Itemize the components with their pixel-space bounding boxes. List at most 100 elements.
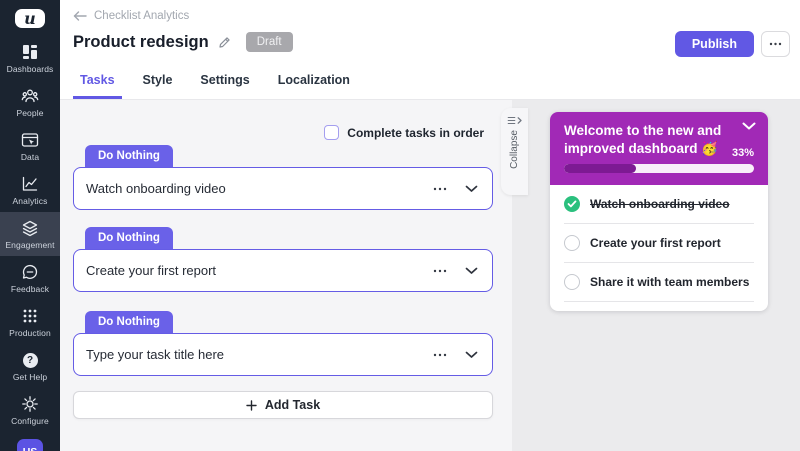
sidebar-item-label: Configure	[11, 416, 49, 426]
chevron-down-icon[interactable]	[459, 261, 484, 281]
ellipsis-icon	[769, 42, 782, 46]
checklist-item[interactable]: Share it with team members	[564, 263, 754, 302]
dashboards-icon	[21, 43, 39, 61]
task-card[interactable]: Type your task title here	[73, 333, 493, 376]
task-block: Do Nothing Create your first report	[73, 227, 493, 292]
tab-bar: Tasks Style Settings Localization	[73, 73, 357, 99]
task-action-chip[interactable]: Do Nothing	[85, 311, 173, 333]
sidebar-item-production[interactable]: Production	[0, 300, 60, 344]
user-avatar[interactable]: US	[17, 439, 43, 451]
task-action-chip[interactable]: Do Nothing	[85, 145, 173, 167]
header-actions: Publish	[674, 31, 790, 57]
chevron-down-icon[interactable]	[459, 179, 484, 199]
sidebar-item-label: People	[16, 108, 44, 118]
sidebar-item-label: Get Help	[12, 372, 48, 382]
collapse-label: Collapse	[509, 130, 520, 169]
people-icon	[21, 87, 39, 105]
page-header: Checklist Analytics Product redesign Dra…	[60, 0, 800, 100]
sidebar-footer: Production ? Get Help Configure US	[0, 300, 60, 451]
check-circle-icon	[564, 195, 580, 212]
checklist-items: Watch onboarding video Create your first…	[550, 185, 768, 311]
checklist-item-label: Create your first report	[590, 235, 721, 250]
collapse-handle-icons	[507, 116, 523, 125]
tab-tasks[interactable]: Tasks	[73, 73, 122, 99]
sidebar-item-label: Dashboards	[6, 64, 54, 74]
question-mark-glyph: ?	[22, 352, 38, 368]
sidebar-item-data[interactable]: Data	[0, 124, 60, 168]
task-list: Do Nothing Watch onboarding video Do Not…	[73, 145, 493, 419]
title-row: Product redesign Draft	[73, 32, 293, 52]
collapse-panel-handle[interactable]: Collapse	[501, 108, 528, 195]
back-arrow-icon	[73, 11, 87, 21]
drag-lines-icon	[507, 116, 515, 125]
checklist-item-label: Watch onboarding video	[590, 196, 730, 211]
configure-icon	[21, 395, 39, 413]
sidebar-item-dashboards[interactable]: Dashboards	[0, 36, 60, 80]
edit-title-pencil-icon[interactable]	[218, 36, 231, 49]
sidebar-item-feedback[interactable]: Feedback	[0, 256, 60, 300]
sidebar-item-label: Feedback	[10, 284, 50, 294]
empty-circle-icon	[564, 234, 580, 251]
sidebar-item-people[interactable]: People	[0, 80, 60, 124]
tab-localization[interactable]: Localization	[271, 73, 357, 99]
checklist-title: Welcome to the new and improved dashboar…	[564, 123, 722, 156]
tab-settings[interactable]: Settings	[193, 73, 256, 99]
back-link[interactable]: Checklist Analytics	[73, 10, 189, 22]
sidebar-item-label: Engagement	[5, 240, 55, 250]
task-builder-panel: Complete tasks in order Do Nothing Watch…	[60, 100, 512, 451]
engagement-icon	[21, 219, 39, 237]
sidebar-nav: Dashboards People Data Analytics Engagem…	[0, 36, 60, 300]
progress-bar	[564, 163, 754, 173]
status-badge: Draft	[245, 32, 293, 52]
help-icon: ?	[21, 351, 39, 369]
task-title: Watch onboarding video	[86, 181, 226, 196]
more-options-button[interactable]	[761, 31, 790, 57]
sidebar-item-configure[interactable]: Configure	[0, 388, 60, 432]
sidebar-item-label: Data	[20, 152, 40, 162]
task-title: Create your first report	[86, 263, 217, 278]
checklist-preview-header: Welcome to the new and improved dashboar…	[550, 112, 768, 185]
chevron-down-icon[interactable]	[459, 345, 484, 365]
sidebar-item-label: Analytics	[12, 196, 48, 206]
sidebar-item-analytics[interactable]: Analytics	[0, 168, 60, 212]
app-logo-letter: u	[24, 9, 36, 28]
sidebar: u Dashboards People Data Analytics Engag…	[0, 0, 60, 451]
sidebar-item-label: Production	[9, 328, 51, 338]
progress-percent: 33%	[731, 147, 754, 159]
user-initials: US	[23, 446, 38, 451]
plus-icon	[246, 399, 257, 411]
task-options-icon[interactable]	[429, 181, 451, 197]
add-task-label: Add Task	[264, 398, 321, 412]
add-task-button[interactable]: Add Task	[73, 391, 493, 419]
data-icon	[21, 131, 39, 149]
tab-style[interactable]: Style	[136, 73, 180, 99]
app-logo[interactable]: u	[15, 9, 45, 28]
empty-circle-icon	[564, 273, 580, 290]
checklist-item-label: Share it with team members	[590, 274, 750, 289]
task-action-chip[interactable]: Do Nothing	[85, 227, 173, 249]
chevron-right-icon	[517, 117, 522, 124]
checklist-item[interactable]: Watch onboarding video	[564, 185, 754, 224]
back-label: Checklist Analytics	[94, 10, 190, 22]
chevron-down-icon[interactable]	[742, 122, 756, 130]
progress-bar-fill	[564, 163, 637, 173]
preview-panel: Collapse Welcome to the new and improved…	[501, 100, 800, 451]
task-card[interactable]: Watch onboarding video	[73, 167, 493, 210]
production-icon	[21, 307, 39, 325]
checklist-item[interactable]: Create your first report	[564, 224, 754, 263]
app-window: u Dashboards People Data Analytics Engag…	[0, 0, 800, 451]
checklist-preview-card: Welcome to the new and improved dashboar…	[550, 112, 768, 311]
complete-in-order-label: Complete tasks in order	[347, 125, 484, 140]
task-block: Do Nothing Type your task title here	[73, 311, 493, 376]
feedback-icon	[21, 263, 39, 281]
complete-in-order-row: Complete tasks in order	[324, 125, 484, 140]
task-card[interactable]: Create your first report	[73, 249, 493, 292]
page-title: Product redesign	[73, 32, 209, 51]
task-options-icon[interactable]	[429, 263, 451, 279]
sidebar-item-get-help[interactable]: ? Get Help	[0, 344, 60, 388]
task-title: Type your task title here	[86, 347, 225, 362]
complete-in-order-checkbox[interactable]	[324, 125, 340, 140]
task-options-icon[interactable]	[429, 347, 451, 363]
sidebar-item-engagement[interactable]: Engagement	[0, 212, 60, 256]
publish-button[interactable]: Publish	[674, 31, 754, 57]
